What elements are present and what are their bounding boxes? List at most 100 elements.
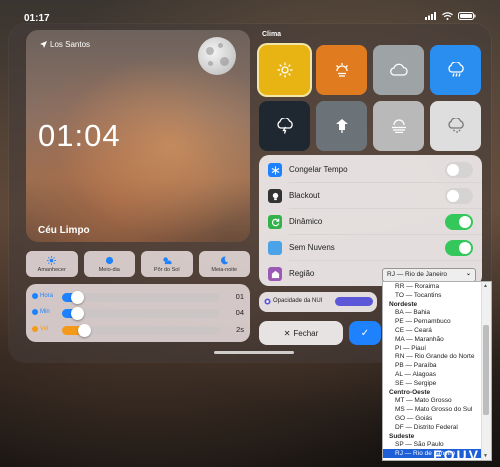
noon-label: Meio-dia bbox=[98, 266, 120, 273]
opacity-slider[interactable] bbox=[335, 297, 373, 306]
cloud-icon bbox=[389, 63, 408, 76]
thunder-cloud-icon bbox=[276, 118, 293, 134]
option-no-clouds: Sem Nuvens bbox=[259, 235, 482, 261]
sunset-label: Pôr do Sol bbox=[153, 266, 180, 273]
weather-rain-button[interactable] bbox=[430, 45, 481, 95]
close-label: Fechar bbox=[293, 328, 319, 338]
dropdown-scrollbar[interactable]: ▲ ▼ bbox=[481, 282, 491, 460]
option-dynamic: Dinâmico bbox=[259, 209, 482, 235]
overcast-icon bbox=[335, 119, 348, 133]
speed-slider-knob[interactable] bbox=[78, 324, 91, 337]
hour-slider-row: Hora 01 bbox=[32, 290, 244, 304]
dropdown-option[interactable]: TO — Tocantins bbox=[383, 291, 481, 300]
dropdown-option[interactable]: MT — Mato Grosso bbox=[383, 396, 481, 405]
weather-thunder-button[interactable] bbox=[259, 101, 310, 151]
dropdown-option[interactable]: CE — Ceará bbox=[383, 326, 481, 335]
sun-icon bbox=[47, 255, 57, 265]
location-text: Los Santos bbox=[50, 40, 91, 49]
sky-icon bbox=[268, 241, 282, 255]
weather-condition: Céu Limpo bbox=[38, 225, 90, 236]
close-icon: ✕ bbox=[283, 328, 291, 338]
dropdown-option[interactable]: MA — Maranhão bbox=[383, 335, 481, 344]
scroll-down-icon[interactable]: ▼ bbox=[483, 453, 488, 459]
no-clouds-label: Sem Nuvens bbox=[289, 243, 335, 252]
dropdown-option[interactable]: BA — Bahia bbox=[383, 308, 481, 317]
dawn-button[interactable]: Amanhecer bbox=[26, 251, 78, 277]
clock-display: 01:04 bbox=[38, 118, 121, 153]
dropdown-option[interactable]: SE — Sergipe bbox=[383, 379, 481, 388]
refresh-icon bbox=[268, 215, 282, 229]
noon-button[interactable]: Meio-dia bbox=[83, 251, 135, 277]
region-select[interactable]: RJ — Rio de Janeiro ⌄ bbox=[382, 268, 476, 282]
moon-icon bbox=[198, 37, 236, 75]
midnight-button[interactable]: Meia-noite bbox=[198, 251, 250, 277]
checkmark-icon: ✓ bbox=[360, 327, 370, 339]
dropdown-option[interactable]: DF — Distrito Federal bbox=[383, 423, 481, 432]
blackout-label: Blackout bbox=[289, 191, 320, 200]
weather-fog-button[interactable] bbox=[373, 101, 424, 151]
hour-label: Hora bbox=[40, 293, 54, 299]
speed-slider[interactable] bbox=[62, 324, 220, 337]
minute-slider-knob[interactable] bbox=[71, 307, 84, 320]
haze-sun-icon bbox=[335, 63, 348, 77]
region-icon bbox=[268, 267, 282, 281]
blackout-toggle[interactable] bbox=[445, 188, 473, 204]
region-selected-value: RJ — Rio de Janeiro bbox=[387, 271, 447, 278]
midnight-label: Meia-noite bbox=[211, 266, 238, 273]
dropdown-option[interactable]: RR — Roraima bbox=[383, 282, 481, 291]
sun-full-icon bbox=[105, 256, 113, 264]
freeze-time-toggle[interactable] bbox=[445, 162, 473, 178]
minute-label: Min bbox=[40, 309, 50, 315]
time-sliders: Hora 01 Min 04 Vel 2s bbox=[26, 284, 250, 342]
scroll-up-icon[interactable]: ▲ bbox=[483, 283, 488, 289]
status-time: 01:17 bbox=[24, 13, 50, 24]
hour-slider-knob[interactable] bbox=[71, 291, 84, 304]
clima-title: Clima bbox=[262, 31, 282, 38]
weather-clear-button[interactable] bbox=[259, 45, 310, 95]
dropdown-option[interactable]: PB — Paraíba bbox=[383, 361, 481, 370]
dawn-label: Amanhecer bbox=[37, 266, 66, 273]
region-dropdown-list: ▲ ▼ RR — Roraima TO — Tocantins Nordeste BA… bbox=[382, 281, 492, 461]
sunset-icon bbox=[163, 256, 172, 264]
battery-icon bbox=[458, 12, 476, 20]
weather-overcast-button[interactable] bbox=[316, 101, 367, 151]
location-label: Los Santos bbox=[40, 40, 90, 49]
dropdown-option[interactable]: RN — Rio Grande do Norte bbox=[383, 352, 481, 361]
no-clouds-toggle[interactable] bbox=[445, 240, 473, 256]
hour-value: 01 bbox=[235, 292, 244, 301]
status-icons bbox=[425, 12, 476, 20]
chevron-down-icon: ⌄ bbox=[465, 271, 471, 277]
speed-label: Vel bbox=[40, 326, 49, 332]
sunset-button[interactable]: Pôr do Sol bbox=[141, 251, 193, 277]
dropdown-option[interactable]: AL — Alagoas bbox=[383, 370, 481, 379]
dropdown-option[interactable]: MS — Mato Grosso do Sul bbox=[383, 405, 481, 414]
opacity-label: Opacidade da NUI bbox=[273, 298, 323, 304]
rain-cloud-icon bbox=[447, 62, 464, 77]
wifi-icon bbox=[442, 12, 453, 20]
clear-sun-icon bbox=[277, 62, 292, 78]
scrollbar-thumb[interactable] bbox=[483, 325, 489, 415]
dynamic-toggle[interactable] bbox=[445, 214, 473, 230]
region-label: Região bbox=[289, 269, 315, 278]
clock-icon bbox=[32, 293, 38, 299]
location-arrow-icon bbox=[40, 41, 47, 48]
apply-button[interactable]: ✓ bbox=[349, 321, 381, 345]
dropdown-option[interactable]: GO — Goiás bbox=[383, 414, 481, 423]
signal-icon bbox=[425, 12, 436, 20]
weather-cloudy-button[interactable] bbox=[373, 45, 424, 95]
snow-cloud-icon bbox=[447, 118, 464, 133]
close-button[interactable]: ✕ Fechar bbox=[259, 321, 343, 345]
minute-slider[interactable] bbox=[62, 307, 220, 320]
time-of-day-buttons: Amanhecer Meio-dia Pôr do Sol Meia-noite bbox=[26, 251, 250, 277]
opacity-control: Opacidade da NUI bbox=[259, 292, 377, 312]
opacity-icon bbox=[264, 298, 271, 305]
speed-value: 2s bbox=[236, 325, 244, 334]
status-bar: 01:17 bbox=[0, 0, 500, 24]
speed-slider-row: Vel 2s bbox=[32, 323, 244, 337]
fog-icon bbox=[391, 119, 406, 133]
dropdown-option[interactable]: PE — Pernambuco bbox=[383, 317, 481, 326]
moon-icon bbox=[220, 256, 229, 264]
hour-slider[interactable] bbox=[62, 291, 220, 304]
weather-snow-button[interactable] bbox=[430, 101, 481, 151]
weather-haze-button[interactable] bbox=[316, 45, 367, 95]
